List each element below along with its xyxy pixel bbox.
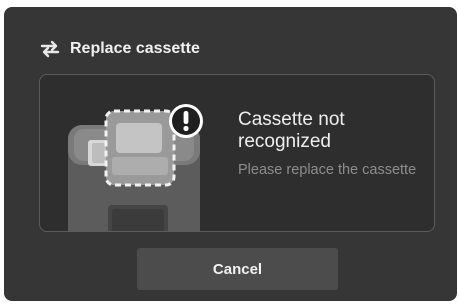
dialog-header: Replace cassette	[38, 37, 200, 61]
message-subtitle: Please replace the cassette	[238, 162, 417, 178]
replace-cassette-dialog: Replace cassette Cassette not recognized…	[4, 7, 457, 301]
message-title: Cassette not recognized	[238, 109, 345, 152]
message-text: Cassette not recognized Please replace t…	[238, 109, 428, 179]
message-panel: Cassette not recognized Please replace t…	[39, 74, 435, 232]
swap-arrows-icon	[40, 40, 60, 58]
cancel-button[interactable]: Cancel	[137, 248, 338, 290]
dialog-title: Replace cassette	[70, 40, 200, 57]
exclamation-icon	[169, 104, 203, 138]
